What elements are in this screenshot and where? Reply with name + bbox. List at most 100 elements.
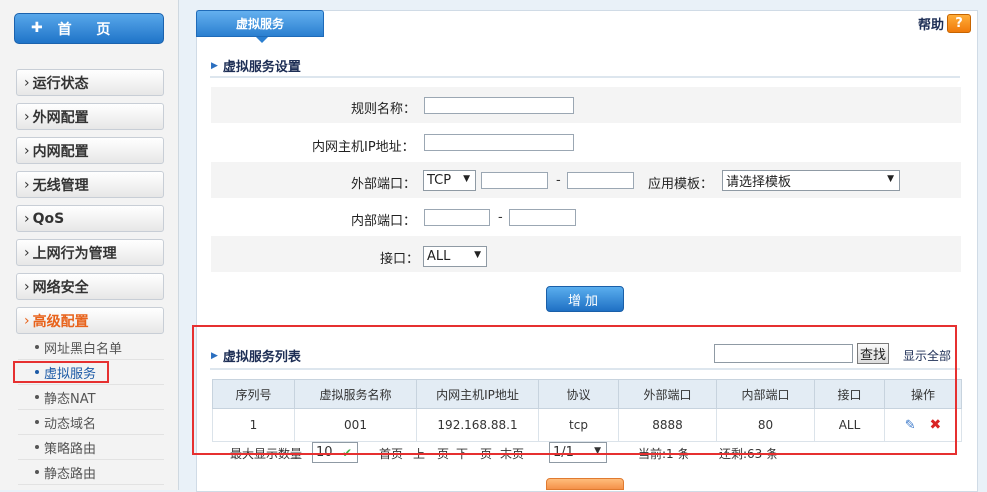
current-count: 当前:1 条 — [638, 447, 690, 461]
cell-protocol: tcp — [538, 408, 619, 442]
max-count-input[interactable]: 10 ✔ — [312, 442, 358, 463]
subnav-label: 网址黑白名单 — [44, 341, 123, 357]
max-count-value: 10 — [316, 445, 333, 460]
section-title-text: 虚拟服务设置 — [222, 60, 301, 75]
section-title-settings: ▶ 虚拟服务设置 — [211, 56, 301, 75]
subnav-url-filter[interactable]: 网址黑白名单 — [18, 335, 164, 360]
triangle-right-icon: ▶ — [211, 350, 218, 361]
col-header: 序列号 — [212, 379, 295, 409]
prev-page-link[interactable]: 上一页 — [413, 445, 449, 462]
subnav-label: 策略路由 — [44, 441, 97, 457]
section-title-text: 虚拟服务列表 — [222, 350, 301, 365]
nav-label: 上网行为管理 — [32, 245, 117, 262]
subnav-label: 静态NAT — [44, 391, 96, 407]
show-all-link[interactable]: 显示全部 — [903, 347, 951, 364]
template-value: 请选择模板 — [726, 175, 792, 190]
ext-port-from-input[interactable] — [481, 172, 548, 189]
chevron-right-icon: › — [24, 278, 30, 295]
cell-ext-port: 8888 — [618, 408, 717, 442]
int-port-to-input[interactable] — [509, 209, 576, 226]
host-ip-input[interactable] — [424, 134, 574, 151]
home-button[interactable]: ✚ 首 页 — [14, 13, 164, 44]
chevron-right-icon: › — [24, 176, 30, 193]
rule-name-input[interactable] — [424, 97, 574, 114]
table-header-row: 序列号 虚拟服务名称 内网主机IP地址 协议 外部端口 内部端口 接口 操作 — [212, 379, 962, 409]
col-header: 接口 — [814, 379, 885, 409]
bullet-icon — [35, 445, 39, 449]
plus-icon: ✚ — [31, 20, 43, 36]
rule-name-label: 规则名称： — [351, 102, 417, 117]
cell-int-port: 80 — [716, 408, 815, 442]
col-header: 虚拟服务名称 — [294, 379, 417, 409]
nav-behavior[interactable]: › 上网行为管理 — [16, 239, 164, 266]
remaining-count: 还剩:63 条 — [719, 447, 779, 461]
nav-security[interactable]: › 网络安全 — [16, 273, 164, 300]
protocol-value: TCP — [427, 173, 452, 188]
row-rule-name — [211, 87, 961, 123]
highlight-frame — [13, 361, 109, 383]
dropdown-caret-icon: ▼ — [474, 250, 481, 260]
edit-icon[interactable]: ✎ — [905, 418, 916, 433]
template-select[interactable]: 请选择模板 ▼ — [722, 170, 900, 191]
row-iface — [211, 236, 961, 272]
chevron-right-icon: › — [24, 108, 30, 125]
delete-icon[interactable]: ✖ — [930, 417, 942, 433]
nav-label: 外网配置 — [32, 109, 89, 126]
protocol-select[interactable]: TCP ▼ — [423, 170, 476, 191]
col-header: 协议 — [538, 379, 619, 409]
ext-port-label: 外部端口： — [351, 177, 417, 192]
next-page-link[interactable]: 下一页 — [456, 445, 492, 462]
max-count-label: 最大显示数量 — [230, 447, 303, 461]
cell-iface: ALL — [814, 408, 885, 442]
chevron-right-icon: › — [24, 210, 30, 227]
chevron-right-icon: › — [24, 312, 30, 329]
chevron-right-icon: › — [24, 142, 30, 159]
subnav-ddns[interactable]: 动态域名 — [18, 410, 164, 435]
row-int-port — [211, 199, 961, 235]
subnav-static-nat[interactable]: 静态NAT — [18, 385, 164, 410]
bullet-icon — [35, 470, 39, 474]
nav-run-status[interactable]: › 运行状态 — [16, 69, 164, 96]
table-row: 1 001 192.168.88.1 tcp 8888 80 ALL ✎ ✖ — [212, 408, 962, 442]
nav-label: 运行状态 — [32, 75, 89, 92]
col-header: 内网主机IP地址 — [416, 379, 539, 409]
last-page-link[interactable]: 末页 — [500, 445, 524, 462]
cell-name: 001 — [294, 408, 417, 442]
bullet-icon — [35, 420, 39, 424]
help-label: 帮助 — [917, 18, 944, 33]
template-label: 应用模板： — [648, 177, 714, 192]
host-ip-label: 内网主机IP地址： — [312, 140, 415, 155]
subnav-static-route[interactable]: 静态路由 — [18, 460, 164, 485]
int-port-from-input[interactable] — [424, 209, 490, 226]
nav-qos[interactable]: › QoS — [16, 205, 164, 232]
divider — [210, 368, 960, 370]
nav-wireless[interactable]: › 无线管理 — [16, 171, 164, 198]
help-link[interactable]: 帮助 ? — [918, 14, 971, 33]
first-page-link[interactable]: 首页 — [379, 445, 403, 462]
dropdown-caret-icon: ▼ — [594, 446, 601, 456]
nav-label: QoS — [32, 210, 65, 227]
nav-label: 高级配置 — [32, 313, 89, 330]
dash-separator: - — [498, 210, 503, 225]
nav-advanced[interactable]: › 高级配置 — [16, 307, 164, 334]
search-input[interactable] — [714, 344, 853, 363]
nav-wan-config[interactable]: › 外网配置 — [16, 103, 164, 130]
iface-select[interactable]: ALL ▼ — [423, 246, 487, 267]
subnav-policy-route[interactable]: 策略路由 — [18, 435, 164, 460]
home-label: 首 页 — [57, 21, 121, 38]
tab-virtual-service[interactable]: 虚拟服务 — [196, 10, 324, 37]
page-select[interactable]: 1/1 ▼ — [549, 442, 607, 463]
nav-label: 无线管理 — [32, 177, 89, 194]
bottom-action-button[interactable] — [546, 478, 624, 490]
nav-lan-config[interactable]: › 内网配置 — [16, 137, 164, 164]
col-header: 操作 — [884, 379, 962, 409]
virtual-service-table: 序列号 虚拟服务名称 内网主机IP地址 协议 外部端口 内部端口 接口 操作 1… — [212, 379, 962, 442]
check-icon: ✔ — [341, 446, 352, 460]
chevron-right-icon: › — [24, 244, 30, 261]
ext-port-to-input[interactable] — [567, 172, 634, 189]
search-button[interactable]: 查找 — [857, 343, 890, 364]
subnav-label: 静态路由 — [44, 466, 97, 482]
add-button[interactable]: 增加 — [546, 286, 624, 312]
sidebar: ✚ 首 页 › 运行状态 › 外网配置 › 内网配置 › 无线管理 › QoS › 上网行为… — [0, 0, 179, 490]
tab-pointer — [256, 37, 268, 43]
